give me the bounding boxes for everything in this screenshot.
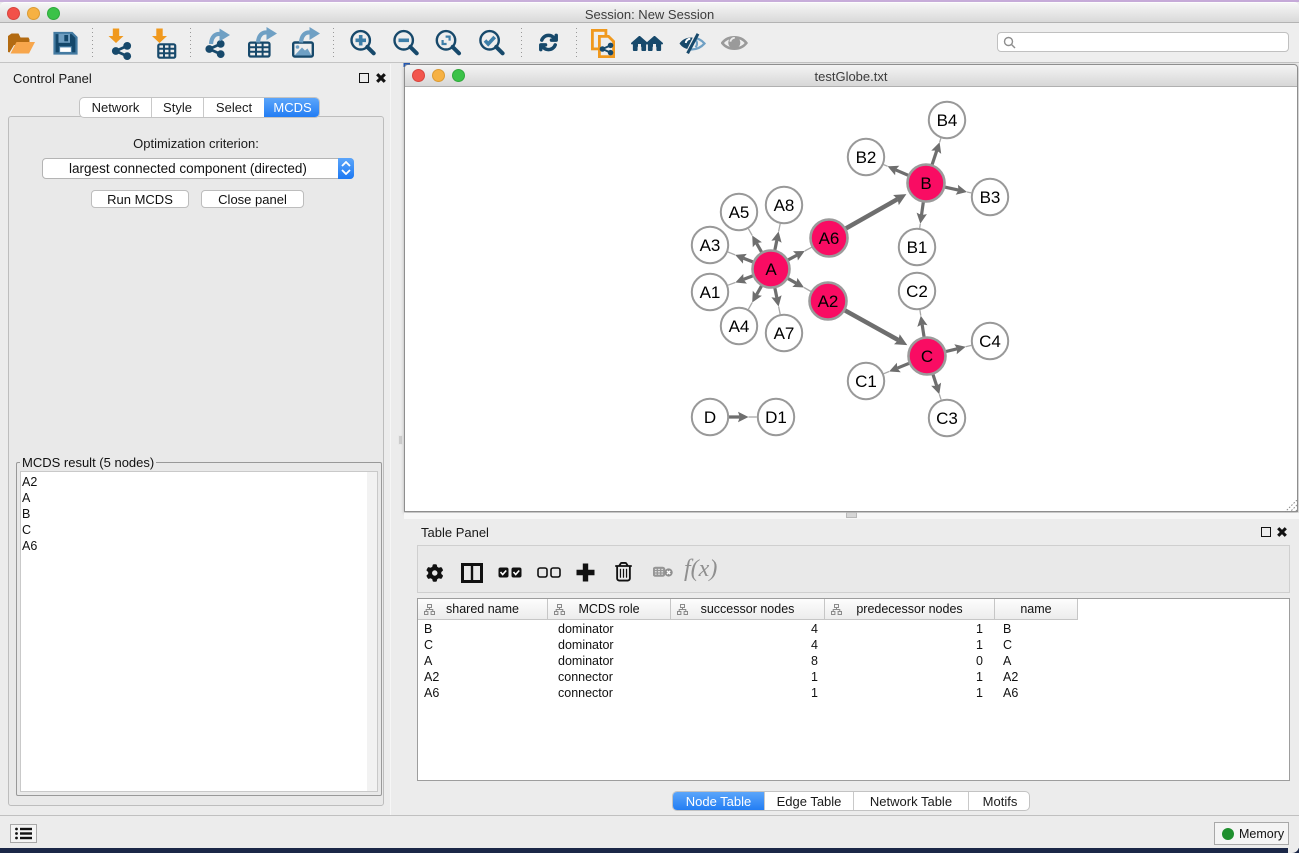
- svg-text:A1: A1: [700, 283, 721, 302]
- svg-text:D1: D1: [765, 408, 787, 427]
- svg-text:A4: A4: [729, 317, 750, 336]
- svg-text:A5: A5: [729, 203, 750, 222]
- svg-text:A6: A6: [819, 229, 840, 248]
- svg-text:A8: A8: [774, 196, 795, 215]
- svg-text:B2: B2: [856, 148, 877, 167]
- svg-text:C2: C2: [906, 282, 928, 301]
- svg-text:A7: A7: [774, 324, 795, 343]
- svg-text:C: C: [921, 347, 933, 366]
- svg-text:B1: B1: [907, 238, 928, 257]
- svg-text:C3: C3: [936, 409, 958, 428]
- svg-text:C1: C1: [855, 372, 877, 391]
- svg-text:B3: B3: [980, 188, 1001, 207]
- svg-text:B4: B4: [937, 111, 958, 130]
- svg-text:C4: C4: [979, 332, 1001, 351]
- svg-text:A: A: [765, 260, 777, 279]
- svg-text:A3: A3: [700, 236, 721, 255]
- svg-text:B: B: [920, 174, 931, 193]
- svg-text:D: D: [704, 408, 716, 427]
- svg-text:A2: A2: [818, 292, 839, 311]
